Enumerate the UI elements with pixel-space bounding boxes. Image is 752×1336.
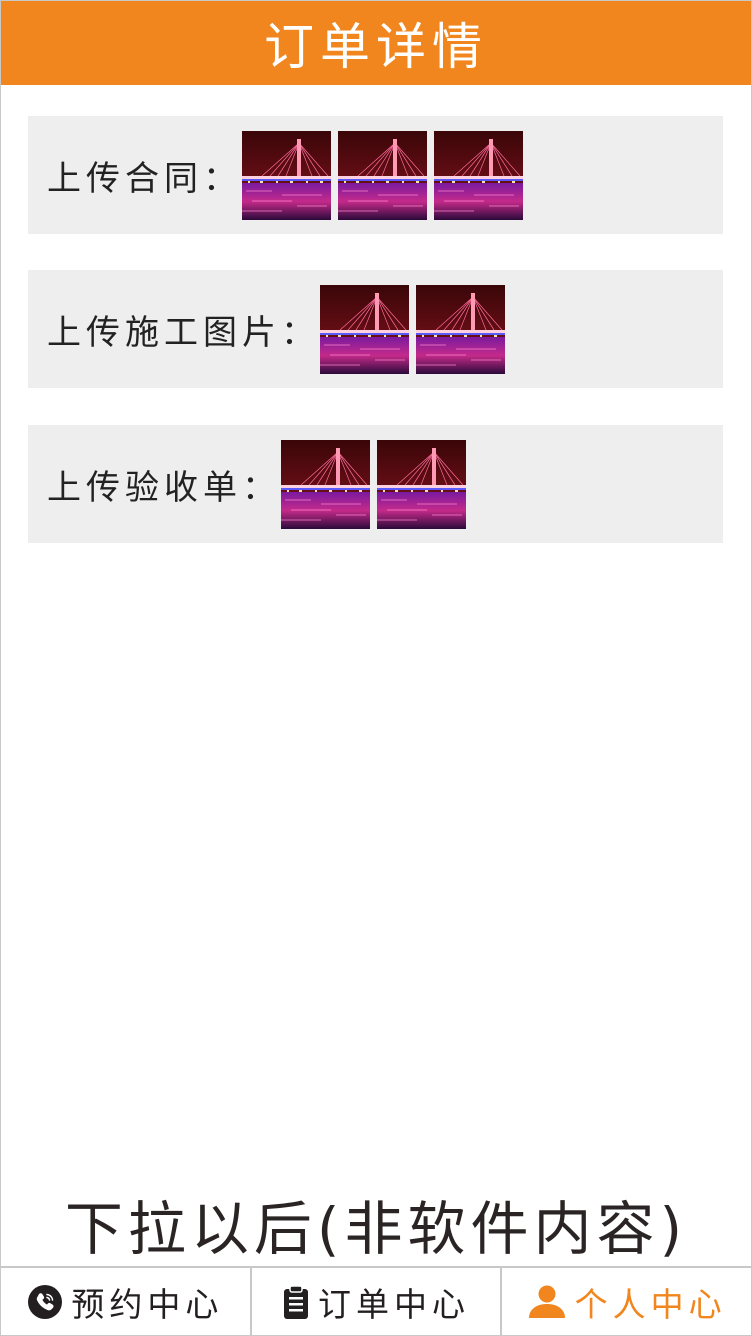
tab-booking-center-label: 预约中心 bbox=[71, 1284, 224, 1324]
construction-photos-label: 上传施工图片： bbox=[47, 312, 320, 353]
page-title: 订单详情 bbox=[264, 18, 488, 76]
construction-thumbnails bbox=[320, 285, 505, 374]
contract-image[interactable] bbox=[434, 131, 523, 220]
contract-thumbnails bbox=[242, 131, 523, 220]
user-icon bbox=[528, 1285, 565, 1318]
construction-image[interactable] bbox=[320, 285, 409, 374]
contract-upload-row: 上传合同： bbox=[28, 116, 723, 234]
construction-image[interactable] bbox=[416, 285, 505, 374]
tab-order-center[interactable]: 订单中心 bbox=[249, 1268, 501, 1335]
tab-personal-center[interactable]: 个人中心 bbox=[500, 1268, 751, 1335]
contract-image[interactable] bbox=[242, 131, 331, 220]
contract-image[interactable] bbox=[338, 131, 427, 220]
acceptance-image[interactable] bbox=[281, 440, 370, 529]
acceptance-form-label: 上传验收单： bbox=[47, 467, 281, 508]
bottom-tab-bar: 预约中心 订单中心 个人中心 bbox=[1, 1266, 751, 1335]
tab-order-center-label: 订单中心 bbox=[318, 1284, 470, 1324]
acceptance-form-row: 上传验收单： bbox=[28, 425, 723, 543]
phone-icon bbox=[28, 1284, 63, 1319]
tab-personal-center-label: 个人中心 bbox=[574, 1284, 727, 1324]
acceptance-image[interactable] bbox=[377, 440, 466, 529]
construction-photos-row: 上传施工图片： bbox=[28, 270, 723, 388]
annotation-note: 下拉以后(非软件内容) bbox=[64, 1195, 688, 1263]
contract-upload-label: 上传合同： bbox=[47, 158, 242, 199]
tab-booking-center[interactable]: 预约中心 bbox=[1, 1268, 250, 1335]
header-bar: 订单详情 bbox=[1, 1, 751, 85]
acceptance-thumbnails bbox=[281, 440, 466, 529]
clipboard-icon bbox=[284, 1284, 308, 1319]
